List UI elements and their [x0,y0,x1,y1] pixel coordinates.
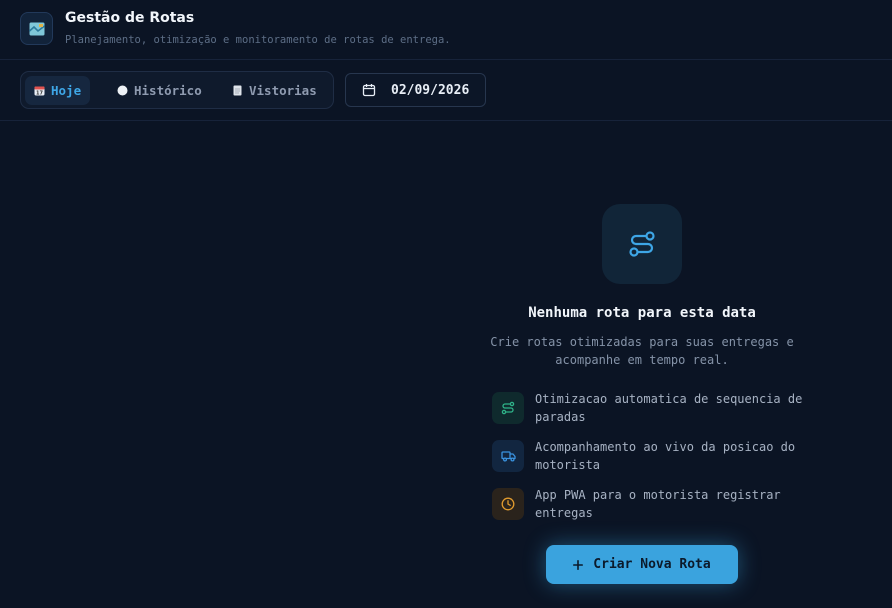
truck-icon [492,440,524,472]
feature-text: Otimizacao automatica de sequencia de pa… [535,392,803,424]
date-value: 02/09/2026 [391,82,470,98]
create-route-button[interactable]: Criar Nova Rota [546,545,738,584]
svg-text:17: 17 [36,91,43,97]
tab-label: Vistorias [249,83,317,98]
empty-state-title: Nenhuma rota para esta data [528,305,756,321]
tab-hoje[interactable]: 17 Hoje [25,76,91,105]
map-icon [20,12,53,45]
clock-icon [492,488,524,520]
feature-text: Acompanhamento ao vivo da posicao do mot… [535,440,796,472]
route-icon [492,392,524,424]
view-tabs: 17 Hoje Histórico Vistorias [20,71,334,109]
tab-label: Histórico [134,83,202,98]
page-title: Gestão de Rotas [65,10,195,26]
page-header: Gestão de Rotas Planejamento, otimização… [0,0,892,60]
clipboard-icon [232,85,243,96]
page-subtitle: Planejamento, otimização e monitoramento… [65,34,451,46]
toolbar: 17 Hoje Histórico Vistorias 02/09/2026 [0,60,892,121]
date-picker[interactable]: 02/09/2026 [345,73,486,107]
calendar-icon [362,83,376,97]
route-icon [602,204,682,284]
feature-text: App PWA para o motorista registrar entre… [535,488,781,520]
create-route-label: Criar Nova Rota [593,557,711,572]
feature-item: Acompanhamento ao vivo da posicao do mot… [492,438,812,478]
tab-historico[interactable]: Histórico [108,76,211,105]
feature-item: App PWA para o motorista registrar entre… [492,486,812,526]
tab-vistorias[interactable]: Vistorias [223,76,326,105]
calendar-icon: 17 [34,85,45,96]
empty-state-description: Crie rotas otimizadas para suas entregas… [490,335,794,367]
plus-icon [573,559,584,570]
tab-label: Hoje [51,83,82,98]
feature-item: Otimizacao automatica de sequencia de pa… [492,390,812,430]
circle-icon [117,85,128,96]
